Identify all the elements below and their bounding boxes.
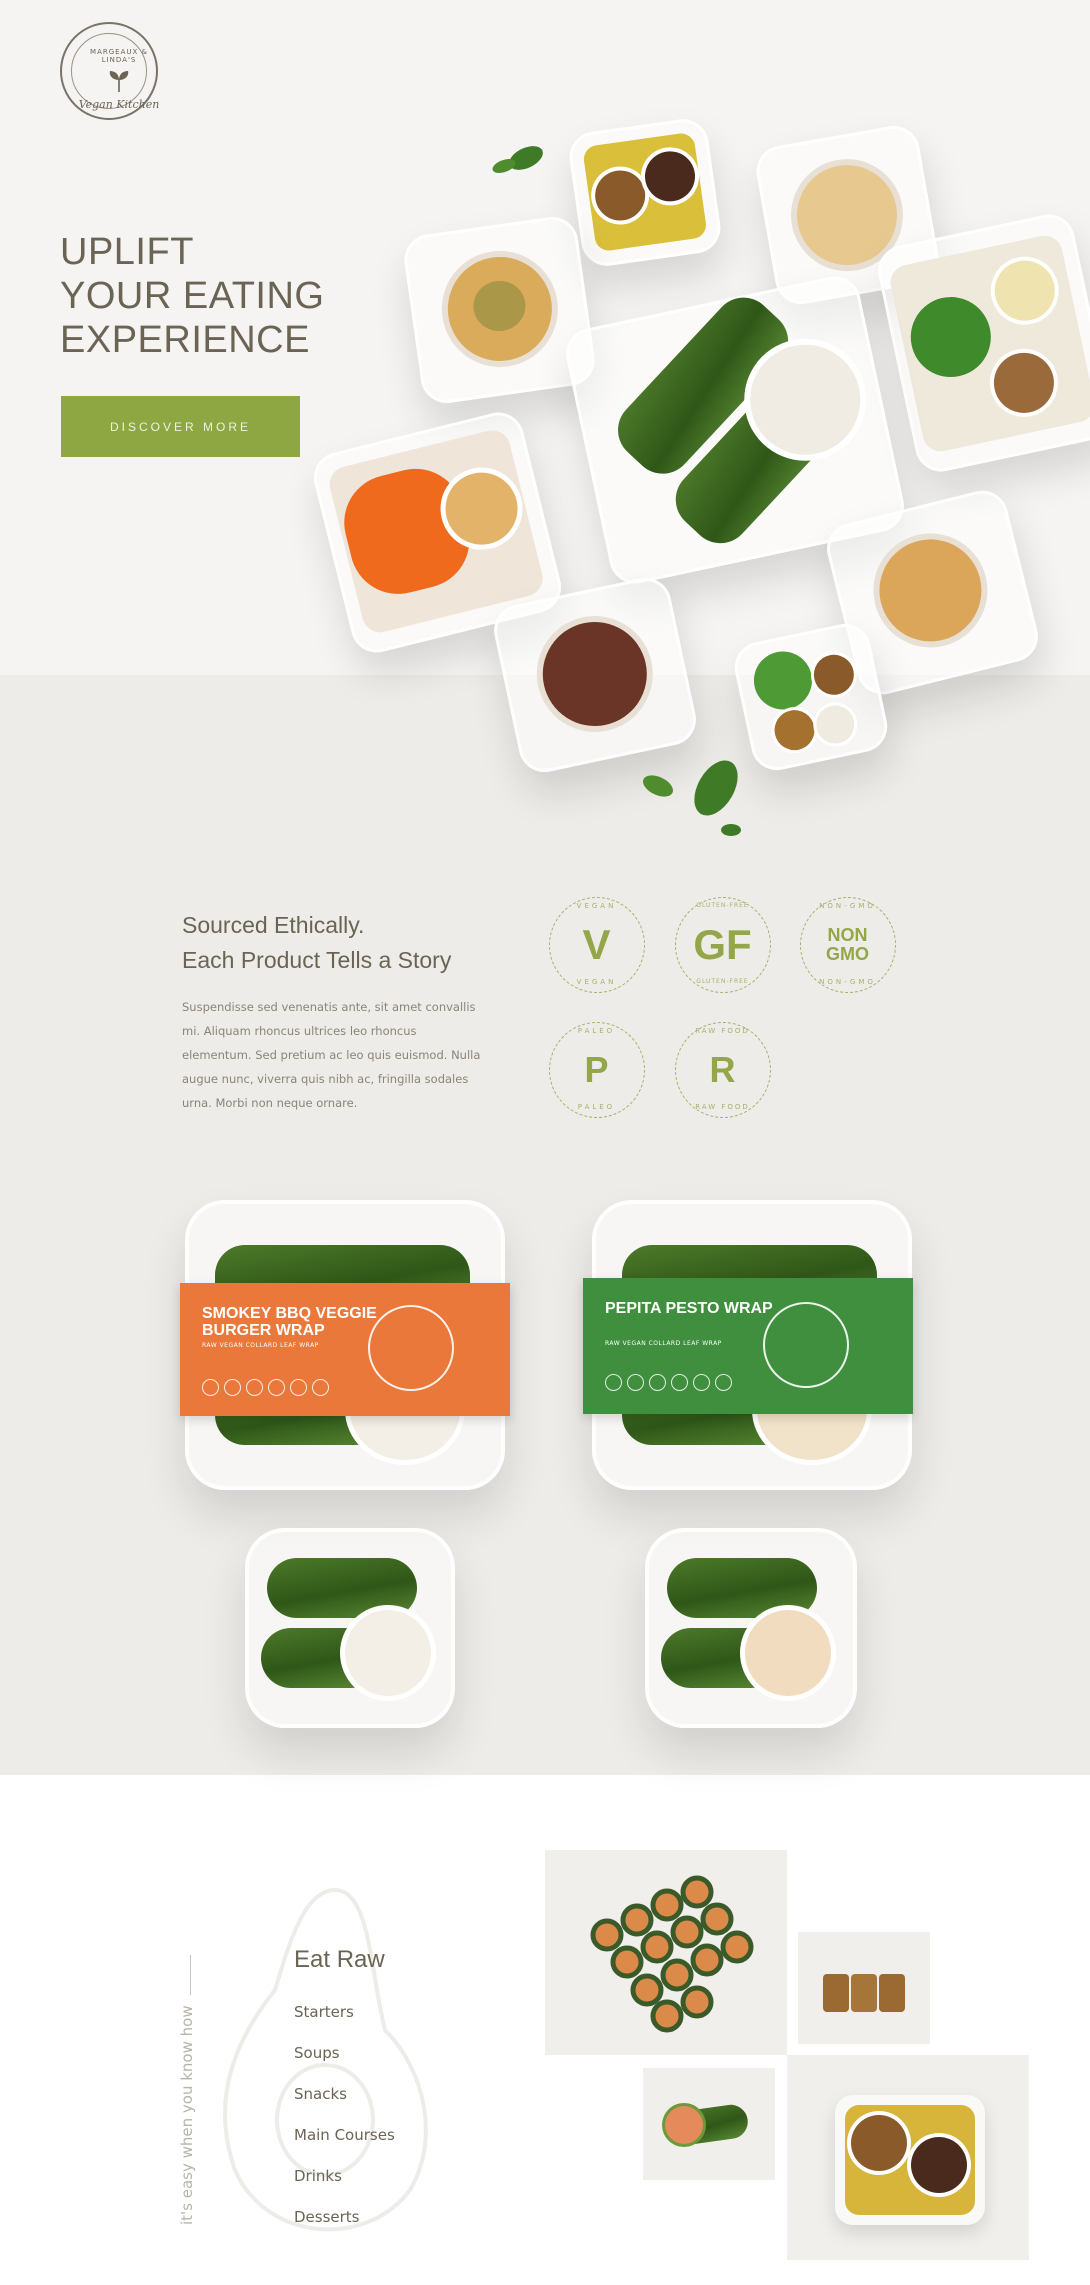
vegan-icon xyxy=(605,1374,622,1391)
basil-leaf-image xyxy=(492,146,543,173)
badge-ring-bottom: GLUTEN-FREE xyxy=(696,978,749,985)
menu-tagline: it's easy when you know how xyxy=(178,2005,196,2225)
paleo-icon xyxy=(627,1374,644,1391)
ethics-body-text: Suspendisse sed venenatis ante, sit amet… xyxy=(182,1000,481,1110)
ethics-heading: Sourced Ethically. Each Product Tells a … xyxy=(182,908,451,978)
brand-seal-icon xyxy=(368,1305,454,1391)
menu-title: Eat Raw xyxy=(294,1946,385,1973)
product-name: PEPITA PESTO WRAP xyxy=(605,1300,773,1317)
wrap-cut-photo[interactable] xyxy=(643,2068,775,2180)
product-label-bbq[interactable]: SMOKEY BBQ VEGGIE BURGER WRAP RAW VEGAN … xyxy=(180,1283,510,1416)
brand-seal-icon xyxy=(763,1302,849,1388)
avocado-illustration xyxy=(223,1887,428,2232)
badge-mark-line-2: GMO xyxy=(826,943,869,964)
logo-inner-ring: MARGEAUX & LINDA'S Vegan Kitchen xyxy=(71,33,159,111)
pistachio-muffin-tray xyxy=(401,213,598,407)
sugar-free-icon xyxy=(312,1379,329,1396)
product-subtitle: RAW VEGAN COLLARD LEAF WRAP xyxy=(605,1340,722,1347)
headline-line-3: EXPERIENCE xyxy=(60,319,310,361)
raw-food-icon xyxy=(290,1379,307,1396)
badge-ring-bottom: PALEO xyxy=(577,1103,616,1111)
menu-item-main-courses[interactable]: Main Courses xyxy=(294,2126,395,2144)
diet-icons xyxy=(605,1374,732,1391)
product-package[interactable] xyxy=(245,1528,455,1728)
headline-line-1: UPLIFT xyxy=(60,231,194,273)
menu-item-starters[interactable]: Starters xyxy=(294,2003,354,2021)
ethics-section xyxy=(0,675,1090,1775)
raw-food-icon xyxy=(693,1374,710,1391)
badge-ring-bottom: RAW FOOD xyxy=(695,1103,750,1111)
vegan-badge: VEGAN V VEGAN xyxy=(549,897,645,993)
leaf-sprout-icon xyxy=(109,71,129,92)
discover-more-button[interactable]: DISCOVER MORE xyxy=(61,396,300,457)
logo-bottom-text: Vegan Kitchen xyxy=(78,98,160,111)
menu-item-desserts[interactable]: Desserts xyxy=(294,2208,360,2226)
rice-bowl-photo[interactable] xyxy=(787,2055,1029,2260)
product-subtitle: RAW VEGAN COLLARD LEAF WRAP xyxy=(202,1342,319,1349)
basil-leaf-image xyxy=(643,760,741,836)
non-gmo-icon xyxy=(671,1374,688,1391)
non-gmo-icon xyxy=(268,1379,285,1396)
sugar-free-icon xyxy=(715,1374,732,1391)
hero-headline: UPLIFT YOUR EATING EXPERIENCE xyxy=(60,230,325,362)
paleo-icon xyxy=(224,1379,241,1396)
sushi-rolls-photo[interactable] xyxy=(545,1850,787,2055)
nuts-tray xyxy=(566,115,724,270)
gluten-free-icon xyxy=(246,1379,263,1396)
badge-ring-bottom: VEGAN xyxy=(576,978,617,986)
snack-bars-photo[interactable] xyxy=(798,1932,930,2044)
raw-food-badge: RAW FOOD R RAW FOOD xyxy=(675,1022,771,1118)
headline-line-2: YOUR EATING xyxy=(60,275,325,317)
menu-item-soups[interactable]: Soups xyxy=(294,2044,340,2062)
badge-ring-bottom: NON-GMO xyxy=(819,978,876,986)
gluten-free-icon xyxy=(649,1374,666,1391)
ethics-heading-line-1: Sourced Ethically. xyxy=(182,912,365,938)
product-name: SMOKEY BBQ VEGGIE BURGER WRAP xyxy=(202,1305,377,1339)
ethics-heading-line-2: Each Product Tells a Story xyxy=(182,947,452,973)
vegan-icon xyxy=(202,1379,219,1396)
logo-top-text: MARGEAUX & LINDA'S xyxy=(90,48,148,64)
paleo-badge: PALEO P PALEO xyxy=(549,1022,645,1118)
badge-mark-line-1: NON xyxy=(827,924,868,945)
product-package[interactable] xyxy=(645,1528,857,1728)
diet-icons xyxy=(202,1379,329,1396)
product-label-pesto[interactable]: PEPITA PESTO WRAP RAW VEGAN COLLARD LEAF… xyxy=(583,1278,913,1414)
menu-item-drinks[interactable]: Drinks xyxy=(294,2167,342,2185)
menu-item-snacks[interactable]: Snacks xyxy=(294,2085,347,2103)
gluten-free-badge: GLUTEN-FREE GF GLUTEN-FREE xyxy=(675,897,771,993)
non-gmo-badge: NON-GMO NON GMO NON-GMO xyxy=(800,897,896,993)
sushi-rolls-image xyxy=(590,1875,754,2033)
tagline-divider xyxy=(190,1955,191,1995)
brand-logo[interactable]: MARGEAUX & LINDA'S Vegan Kitchen xyxy=(60,22,159,120)
